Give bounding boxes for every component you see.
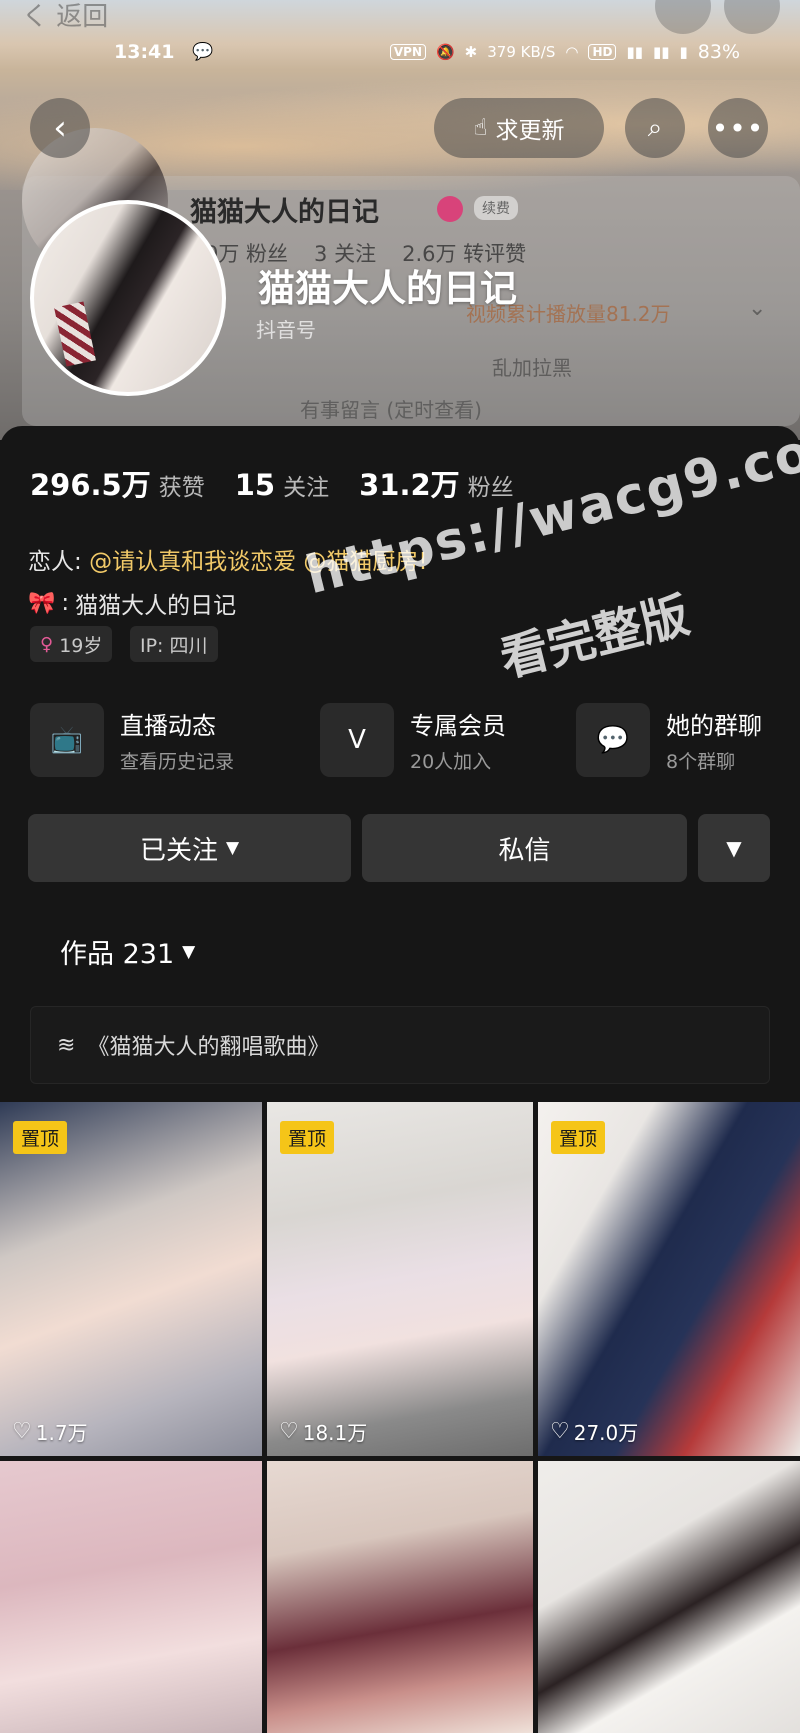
tab-works[interactable]: 作品 231 ▼	[60, 932, 195, 971]
heart-icon: ♡	[279, 1419, 299, 1444]
feature-subtitle: 8个群聊	[666, 751, 736, 773]
vip-v-icon: V	[320, 703, 394, 777]
avatar-photo-detail	[54, 301, 96, 367]
battery-level: 83%	[697, 41, 740, 63]
collection-label: 《猫猫大人的翻唱歌曲》	[87, 1035, 330, 1060]
age-tag: ♀ 19岁	[30, 626, 113, 662]
profile-name: 猫猫大人的日记	[258, 267, 517, 310]
status-time: 13:41	[114, 41, 175, 63]
status-bar: 13:41 💬 VPN 🔕 ✱ 379 KB/S ◠ HD ▮▮ ▮▮ ▮ 83…	[0, 30, 800, 74]
works-tab-label: 作品 231	[60, 939, 175, 970]
feature-subtitle: 20人加入	[410, 751, 492, 773]
mute-icon: 🔕	[435, 43, 455, 61]
video-thumbnail[interactable]: 置顶 ♡ 1.7万	[0, 1102, 262, 1456]
more-button[interactable]: •••	[708, 98, 768, 158]
request-update-button[interactable]: ☝ 求更新	[434, 98, 604, 158]
wechat-icon: 💬	[192, 42, 214, 62]
recommend-dropdown-button[interactable]: ▼	[698, 814, 770, 882]
following-count[interactable]: 15	[235, 468, 275, 502]
chat-bubbles-icon: 💬	[576, 703, 650, 777]
likes-value: 1.7万	[35, 1421, 88, 1445]
feature-title: 她的群聊	[666, 712, 762, 740]
likes-value: 18.1万	[302, 1421, 368, 1445]
search-button[interactable]: ⌕	[625, 98, 685, 158]
back-button[interactable]: ‹	[30, 98, 90, 158]
pinned-badge: 置顶	[13, 1121, 68, 1154]
network-speed: 379 KB/S	[487, 43, 556, 61]
video-thumbnail[interactable]: 置顶 ♡ 27.0万	[538, 1102, 800, 1456]
message-button[interactable]: 私信	[362, 814, 687, 882]
ghost-back-label: く 返回	[22, 2, 109, 32]
ribbon-icon: 🎀	[28, 590, 56, 616]
likes-count: ♡ 1.7万	[12, 1417, 88, 1446]
group-chat-entry[interactable]: 💬 她的群聊 8个群聊	[576, 702, 762, 778]
followed-button[interactable]: 已关注 ▼	[28, 814, 351, 882]
bio-prefix: :	[61, 590, 70, 616]
ip-label: IP: 四川	[140, 634, 208, 657]
likes-value: 27.0万	[573, 1421, 639, 1445]
message-label: 私信	[498, 835, 551, 866]
feature-subtitle: 查看历史记录	[120, 751, 235, 773]
status-icons: VPN 🔕 ✱ 379 KB/S ◠ HD ▮▮ ▮▮ ▮ 83%	[389, 41, 740, 63]
signal-5g-icon: ▮▮	[626, 43, 643, 61]
membership-entry[interactable]: V 专属会员 20人加入	[320, 702, 506, 778]
ghost-profile-name: 猫猫大人的日记	[190, 197, 379, 228]
caret-down-icon: ▼	[225, 838, 240, 858]
hd-icon: HD	[588, 44, 617, 60]
search-icon: ⌕	[647, 112, 663, 143]
douyin-id-label: 抖音号	[256, 318, 316, 342]
lover-prefix: 恋人:	[28, 549, 90, 575]
request-update-label: 求更新	[495, 118, 565, 144]
bio-line: 🎀 : 猫猫大人的日记	[28, 586, 236, 620]
video-thumbnail[interactable]: 置顶 ♡ 18.1万	[267, 1102, 533, 1456]
video-grid: 置顶 ♡ 1.7万 置顶 ♡ 18.1万 置顶 ♡ 27.0万	[0, 1102, 800, 1733]
lover-link-1[interactable]: @请认真和我谈恋爱	[89, 549, 296, 575]
profile-stats: 296.5万 获赞 15 关注 31.2万 粉丝	[30, 462, 544, 504]
age-label: 19岁	[59, 634, 103, 657]
chevron-down-icon: ⌄	[748, 296, 767, 321]
collection-entry[interactable]: ≋ 《猫猫大人的翻唱歌曲》	[30, 1006, 770, 1084]
female-icon: ♀	[40, 633, 54, 655]
back-arrow-icon: ‹	[53, 108, 67, 148]
avatar[interactable]	[30, 200, 226, 396]
followers-count[interactable]: 31.2万	[359, 462, 460, 504]
pinned-badge: 置顶	[280, 1121, 335, 1154]
ghost-renew-badge: 续费	[474, 196, 518, 220]
ghost-badge-icon	[437, 196, 463, 222]
hand-pointer-icon: ☝	[473, 115, 488, 141]
followed-label: 已关注	[139, 835, 218, 866]
likes-count: ♡ 18.1万	[279, 1417, 367, 1446]
pinned-badge: 置顶	[551, 1121, 606, 1154]
likes-label: 获赞	[158, 475, 205, 501]
heart-icon: ♡	[550, 1419, 570, 1444]
ghost-notice: 乱加拉黑	[492, 356, 572, 380]
ghost-message-note: 有事留言 (定时查看)	[300, 398, 482, 422]
video-thumbnail[interactable]	[538, 1461, 800, 1733]
heart-icon: ♡	[12, 1419, 32, 1444]
signal-4g-icon: ▮▮	[652, 43, 670, 61]
feature-title: 专属会员	[410, 712, 506, 740]
bio-text: 猫猫大人的日记	[75, 593, 237, 619]
battery-icon: ▮	[679, 43, 688, 61]
ghost-search-icon	[655, 0, 711, 34]
tv-icon: 📺	[30, 703, 104, 777]
caret-down-icon: ▼	[726, 836, 742, 860]
vpn-icon: VPN	[389, 44, 426, 60]
ghost-settings-icon	[724, 0, 780, 34]
caret-down-icon: ▼	[182, 941, 196, 962]
feature-title: 直播动态	[120, 712, 216, 740]
video-thumbnail[interactable]	[0, 1461, 262, 1733]
following-label[interactable]: 关注	[283, 468, 329, 502]
ip-tag: IP: 四川	[130, 626, 218, 662]
live-history-entry[interactable]: 📺 直播动态 查看历史记录	[30, 702, 234, 778]
wifi-icon: ◠	[565, 43, 579, 61]
video-thumbnail[interactable]	[267, 1461, 533, 1733]
more-icon: •••	[711, 111, 765, 145]
bluetooth-icon: ✱	[464, 43, 478, 61]
layers-icon: ≋	[57, 1032, 76, 1058]
likes-count: 296.5万	[30, 468, 151, 502]
likes-count: ♡ 27.0万	[550, 1417, 638, 1446]
